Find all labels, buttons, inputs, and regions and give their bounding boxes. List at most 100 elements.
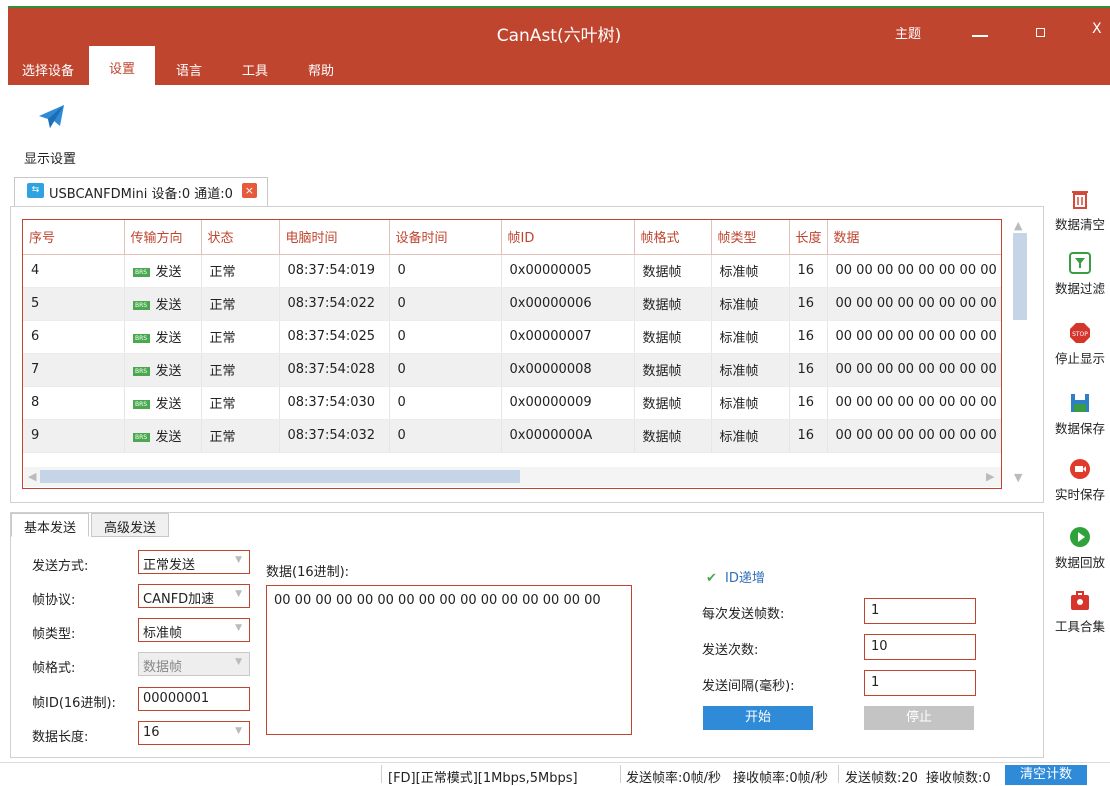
status-bar: [FD][正常模式][1Mbps,5Mbps] 发送帧率:0帧/秒 接收帧率:0…: [0, 762, 1110, 786]
frame-type-select[interactable]: 标准帧 ▼: [138, 618, 250, 642]
cell-device-time: 0: [389, 287, 502, 321]
cell-status: 正常: [201, 419, 280, 453]
send-count-input[interactable]: 10: [864, 634, 976, 660]
scroll-up-icon[interactable]: ▲: [1014, 219, 1022, 232]
frame-format-select: 数据帧 ▼: [138, 652, 250, 676]
record-icon: [1070, 459, 1090, 479]
menu-settings[interactable]: 设置: [89, 46, 156, 85]
frame-id-input[interactable]: 00000001: [138, 687, 250, 711]
send-mode-label: 发送方式:: [32, 559, 89, 574]
horizontal-scroll-thumb[interactable]: [40, 470, 520, 483]
filter-data-button[interactable]: 数据过滤: [1050, 252, 1110, 297]
col-data[interactable]: 数据: [827, 220, 1001, 255]
cell-frame-id: 0x00000007: [501, 320, 635, 354]
col-status[interactable]: 状态: [201, 220, 280, 255]
close-tab-icon[interactable]: ×: [241, 183, 257, 198]
menu-tools[interactable]: 工具: [242, 60, 268, 79]
tab-advanced-send[interactable]: 高级发送: [91, 513, 170, 537]
frame-protocol-select[interactable]: CANFD加速 ▼: [138, 584, 250, 608]
cell-index: 9: [23, 419, 125, 453]
menu-language[interactable]: 语言: [176, 60, 202, 79]
cell-frame-type: 标准帧: [711, 254, 790, 288]
status-recv-rate: 接收帧率:0帧/秒: [733, 771, 829, 786]
id-increment-label: ID递增: [725, 571, 765, 586]
table-row[interactable]: 9 BRS 发送 正常 08:37:54:032 0 0x0000000A 数据帧 标准帧 16 0…: [23, 419, 1001, 453]
brs-badge: BRS: [132, 301, 150, 310]
tab-basic-send[interactable]: 基本发送: [11, 513, 90, 537]
send-interval-input[interactable]: 1: [864, 670, 976, 696]
cell-data: 00 00 00 00 00 00 00 00 00: [827, 353, 1001, 387]
cell-pc-time: 08:37:54:032: [279, 419, 390, 453]
cell-direction: BRS 发送: [124, 386, 202, 420]
col-frame-format[interactable]: 帧格式: [634, 220, 712, 255]
cell-status: 正常: [201, 254, 280, 288]
clear-count-button[interactable]: 清空计数: [1005, 765, 1087, 785]
close-button[interactable]: X: [1092, 21, 1102, 37]
playback-button[interactable]: 数据回放: [1050, 526, 1110, 571]
start-button[interactable]: 开始: [703, 706, 813, 730]
cell-frame-id: 0x00000009: [501, 386, 635, 420]
horizontal-scrollbar[interactable]: ◀ ▶: [24, 467, 1001, 487]
direction-text: 发送: [155, 430, 182, 445]
scroll-down-icon[interactable]: ▼: [1014, 471, 1022, 484]
menu-help[interactable]: 帮助: [308, 60, 334, 79]
scroll-left-icon[interactable]: ◀: [28, 470, 36, 483]
svg-text:STOP: STOP: [1072, 331, 1088, 338]
brs-badge: BRS: [132, 433, 150, 442]
cell-direction: BRS 发送: [124, 287, 202, 321]
vertical-scrollbar[interactable]: ▲ ▼: [1009, 219, 1031, 489]
cell-data: 00 00 00 00 00 00 00 00 00: [827, 386, 1001, 420]
save-data-button[interactable]: 数据保存: [1050, 392, 1110, 437]
cell-direction: BRS 发送: [124, 419, 202, 453]
cell-frame-id: 0x0000000A: [501, 419, 635, 453]
table-row[interactable]: 4 BRS 发送 正常 08:37:54:019 0 0x00000005 数据帧 标准帧 16 0…: [23, 254, 1001, 288]
realtime-save-button[interactable]: 实时保存: [1050, 458, 1110, 503]
stop-button: 停止: [864, 706, 974, 730]
data-hex-textarea[interactable]: 00 00 00 00 00 00 00 00 00 00 00 00 00 0…: [266, 585, 632, 735]
table-row[interactable]: 7 BRS 发送 正常 08:37:54:028 0 0x00000008 数据帧 标准帧 16 0…: [23, 353, 1001, 387]
table-header: 序号 传输方向 状态 电脑时间 设备时间 帧ID 帧格式 帧类型 长度 数据: [23, 220, 1001, 255]
minimize-button[interactable]: [972, 35, 988, 37]
menu-bar: 选择设备 设置 语言 工具 帮助: [8, 46, 1110, 85]
maximize-button[interactable]: [1036, 28, 1045, 37]
frame-id-label: 帧ID(16进制):: [32, 696, 116, 711]
col-frame-type[interactable]: 帧类型: [711, 220, 790, 255]
menu-select-device[interactable]: 选择设备: [22, 60, 74, 79]
send-interval-label: 发送间隔(毫秒):: [702, 679, 795, 694]
toolkit-button[interactable]: 工具合集: [1050, 590, 1110, 635]
clear-data-button[interactable]: 数据清空: [1050, 188, 1110, 233]
scroll-right-icon[interactable]: ▶: [986, 470, 994, 483]
filter-icon: [1069, 252, 1091, 274]
window-title: CanAst(六叶树): [496, 26, 622, 46]
display-settings-button[interactable]: 显示设置: [24, 148, 76, 167]
table-row[interactable]: 8 BRS 发送 正常 08:37:54:030 0 0x00000009 数据帧 标准帧 16 0…: [23, 386, 1001, 420]
send-mode-select[interactable]: 正常发送 ▼: [138, 550, 250, 574]
data-length-select[interactable]: 16 ▼: [138, 721, 250, 745]
cell-data: 00 00 00 00 00 00 00 00 00: [827, 419, 1001, 453]
paper-plane-icon[interactable]: [38, 104, 66, 133]
table-row[interactable]: 5 BRS 发送 正常 08:37:54:022 0 0x00000006 数据帧 标准帧 16 0…: [23, 287, 1001, 321]
col-length[interactable]: 长度: [789, 220, 828, 255]
id-increment-checkbox[interactable]: ✔ ID递增: [706, 567, 765, 586]
frames-per-send-input[interactable]: 1: [864, 598, 976, 624]
theme-button[interactable]: 主题: [895, 23, 921, 42]
col-frame-id[interactable]: 帧ID: [501, 220, 635, 255]
col-direction[interactable]: 传输方向: [124, 220, 202, 255]
chevron-down-icon: ▼: [235, 657, 242, 667]
frame-format-label: 帧格式:: [32, 661, 76, 676]
status-separator: [620, 765, 621, 783]
col-device-time[interactable]: 设备时间: [389, 220, 502, 255]
table-row[interactable]: 6 BRS 发送 正常 08:37:54:025 0 0x00000007 数据帧 标准帧 16 0…: [23, 320, 1001, 354]
realtime-save-label: 实时保存: [1054, 487, 1105, 502]
frame-protocol-value: CANFD加速: [143, 592, 215, 607]
stop-display-button[interactable]: STOP 停止显示: [1050, 322, 1110, 367]
col-pc-time[interactable]: 电脑时间: [279, 220, 390, 255]
device-tab[interactable]: ⇆ USBCANFDMini 设备:0 通道:0 ×: [14, 177, 268, 207]
toolbox-icon: [1071, 591, 1089, 610]
col-index[interactable]: 序号: [23, 220, 125, 255]
cell-index: 8: [23, 386, 125, 420]
chevron-down-icon: ▼: [235, 623, 242, 633]
vertical-scroll-thumb[interactable]: [1013, 233, 1027, 320]
cell-pc-time: 08:37:54:028: [279, 353, 390, 387]
cell-device-time: 0: [389, 353, 502, 387]
